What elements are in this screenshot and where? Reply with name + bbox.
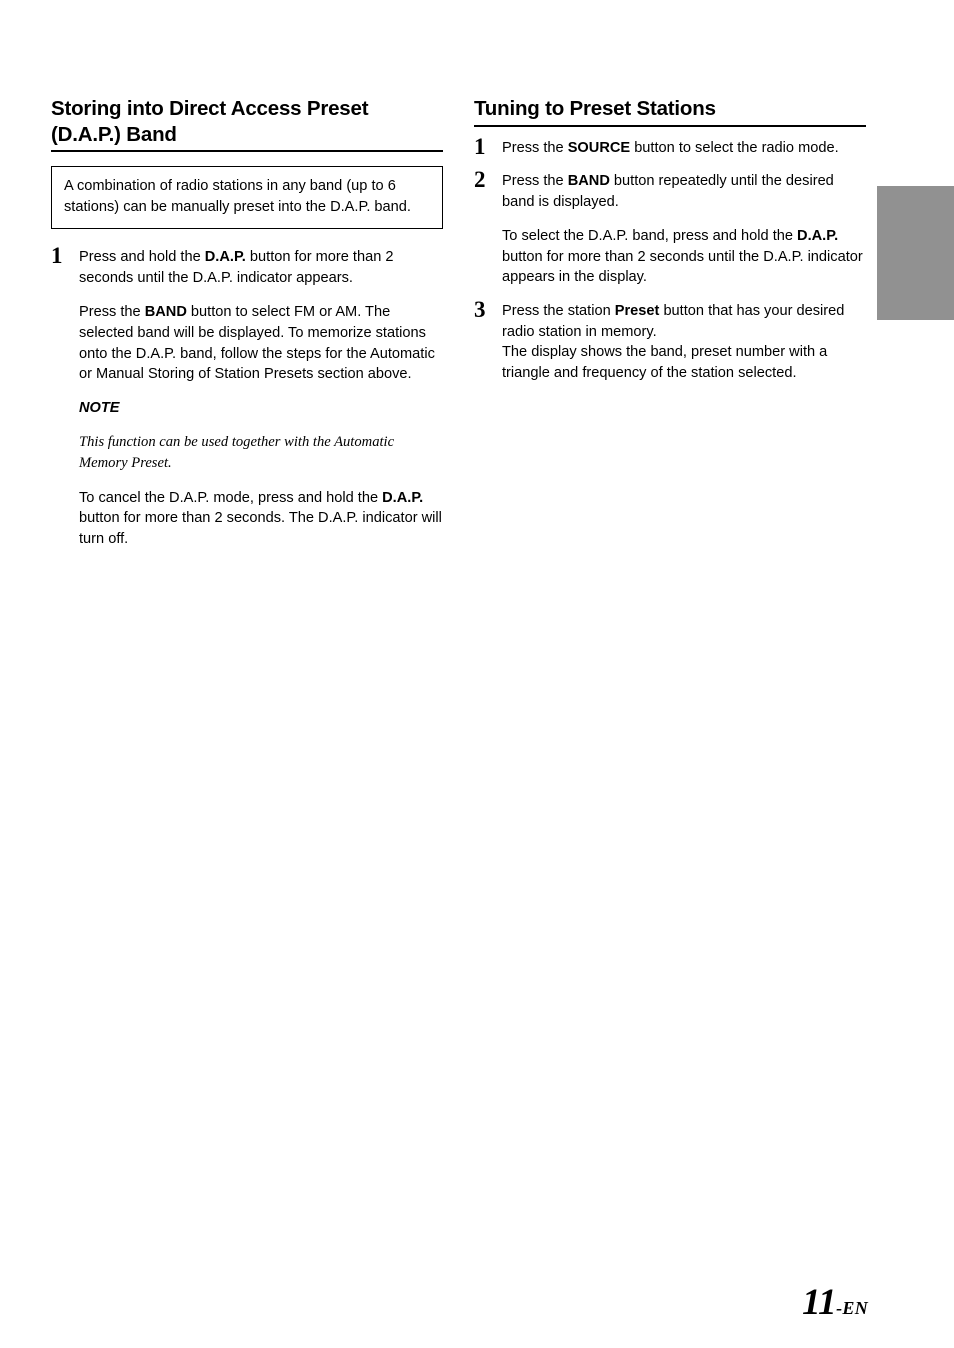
step-number: 3 (474, 297, 486, 323)
step-paragraph: Press the BAND button to select FM or AM… (79, 304, 435, 383)
step-body: Press the station Preset button that has… (502, 301, 866, 383)
page-title-right: Tuning to Preset Stations (474, 97, 716, 120)
page-footer: 11-EN (802, 1281, 868, 1324)
step-paragraph: Press the station Preset button that has… (502, 303, 845, 340)
right-column: Tuning to Preset Stations 1 Press the SO… (474, 96, 866, 396)
step-body: Press and hold the D.A.P. button for mor… (79, 247, 443, 385)
step-item: 2 Press the BAND button repeatedly until… (474, 167, 866, 288)
info-box-dap: A combination of radio stations in any b… (51, 166, 443, 230)
step-paragraph: To select the D.A.P. band, press and hol… (502, 228, 863, 286)
step-body: Press the SOURCE button to select the ra… (502, 138, 866, 159)
step-item: 1 Press the SOURCE button to select the … (474, 133, 866, 159)
step-paragraph: Press the BAND button repeatedly until t… (502, 173, 834, 210)
heading-rule-right (474, 124, 866, 127)
info-box-text: A combination of radio stations in any b… (64, 178, 411, 215)
left-column: Storing into Direct Access Preset (D.A.P… (51, 96, 443, 562)
manual-page: Storing into Direct Access Preset (D.A.P… (0, 0, 954, 1348)
step-number: 2 (474, 167, 486, 193)
heading-rule-left (51, 150, 443, 152)
step-number: 1 (51, 243, 63, 269)
note-block: NOTE This function can be used together … (79, 398, 443, 550)
page-number-suffix: -EN (836, 1298, 868, 1318)
page-title-left: Storing into Direct Access Preset (D.A.P… (51, 97, 369, 146)
step-paragraph: Press and hold the D.A.P. button for mor… (79, 249, 394, 286)
step-item: 3 Press the station Preset button that h… (474, 297, 866, 383)
step-paragraph: The display shows the band, preset numbe… (502, 344, 828, 381)
step-item: 1 Press and hold the D.A.P. button for m… (51, 243, 443, 385)
step-body: Press the BAND button repeatedly until t… (502, 171, 866, 288)
step-number: 1 (474, 133, 486, 159)
note-text: This function can be used together with … (79, 434, 395, 471)
note-label: NOTE (79, 399, 120, 416)
page-number: 11 (802, 1282, 837, 1323)
thumb-index-tab (877, 186, 954, 320)
step-paragraph: Press the SOURCE button to select the ra… (502, 139, 839, 156)
closing-paragraph: To cancel the D.A.P. mode, press and hol… (79, 489, 442, 547)
